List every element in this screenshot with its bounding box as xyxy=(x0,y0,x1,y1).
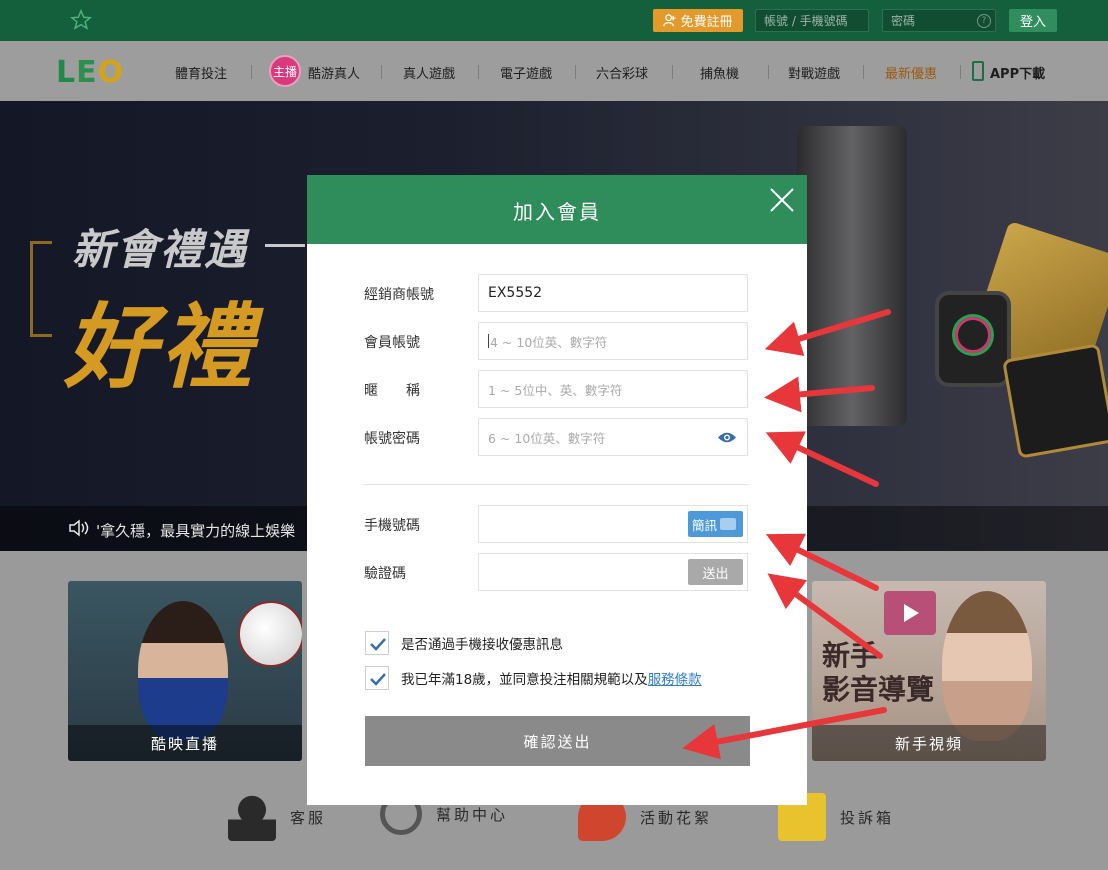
nickname-row: 暱 稱 1 ~ 5位中、英、數字符 xyxy=(307,370,807,408)
login-button[interactable]: 登入 xyxy=(1009,9,1057,32)
play-icon xyxy=(884,591,936,635)
sms-button[interactable]: 簡訊 xyxy=(688,511,743,537)
register-modal: 加入會員 經銷商帳號 EX5552 會員帳號 4 ~ 10位英、數字符 暱 稱 … xyxy=(307,175,807,805)
nav-divider xyxy=(251,65,252,79)
video-overlay-text: 新手 影音導覽 xyxy=(822,639,935,706)
modal-header: 加入會員 xyxy=(307,175,807,244)
speaker-icon xyxy=(69,519,89,537)
nav-divider xyxy=(960,65,961,79)
nav-divider xyxy=(863,65,864,79)
marquee-text: '拿久穩，最具實力的線上娛樂 xyxy=(96,522,296,540)
member-account-row: 會員帳號 4 ~ 10位英、數字符 xyxy=(307,322,807,360)
nickname-input[interactable]: 1 ~ 5位中、英、數字符 xyxy=(478,370,748,408)
product-smartwatch-image xyxy=(935,291,1011,387)
password-input[interactable]: 密碼 ? xyxy=(882,9,996,32)
product-bottle-image xyxy=(797,126,907,426)
main-nav: LEO 體育投注 主播 酷游真人 真人遊戲 電子遊戲 六合彩球 捕魚機 對戰遊戲… xyxy=(0,41,1108,101)
terms-checkbox[interactable] xyxy=(365,666,389,690)
chat-icon xyxy=(720,518,737,530)
hero-subtitle: 好禮 xyxy=(64,294,257,401)
nav-item-app-download[interactable]: APP下載 xyxy=(990,63,1045,82)
promo-sms-text: 是否通過手機接收優惠訊息 xyxy=(401,637,563,653)
favorite-star-icon[interactable] xyxy=(70,9,92,31)
password-label: 帳號密碼 xyxy=(364,431,420,447)
customer-service-icon xyxy=(228,793,276,841)
terms-option: 我已年滿18歲，並同意投注相關規範以及服務條款 xyxy=(365,665,702,691)
phone-label: 手機號碼 xyxy=(364,518,420,534)
beginner-video-label: 新手視頻 xyxy=(812,725,1046,761)
modal-title: 加入會員 xyxy=(513,200,601,224)
password-row: 帳號密碼 6 ~ 10位英、數字符 xyxy=(307,418,807,456)
hero-title: 新會禮遇 xyxy=(72,225,249,274)
agent-account-input[interactable]: EX5552 xyxy=(478,274,748,312)
phone-row: 手機號碼 簡訊 xyxy=(307,505,807,543)
nav-divider xyxy=(672,65,673,79)
member-account-label: 會員帳號 xyxy=(364,335,420,351)
soccer-ball-image xyxy=(238,601,302,667)
terms-text: 我已年滿18歲，並同意投注相關規範以及服務條款 xyxy=(401,672,702,688)
nav-item-slots[interactable]: 電子遊戲 xyxy=(500,63,552,82)
register-label: 免費註冊 xyxy=(680,15,733,30)
player-photo xyxy=(138,601,228,741)
account-input[interactable]: 帳號 / 手機號碼 xyxy=(755,9,869,32)
top-bar: 免費註冊 帳號 / 手機號碼 密碼 ? 登入 xyxy=(0,0,1108,41)
beginner-video-card[interactable]: 新手 影音導覽 新手視頻 xyxy=(812,581,1046,761)
nav-item-live-casino[interactable]: 真人遊戲 xyxy=(403,63,455,82)
add-user-icon xyxy=(663,14,677,27)
nav-item-cool-live[interactable]: 酷游真人 xyxy=(308,63,360,82)
nav-item-fishing[interactable]: 捕魚機 xyxy=(700,63,739,82)
verification-input[interactable]: 送出 xyxy=(478,553,748,591)
verification-label: 驗證碼 xyxy=(364,566,406,582)
nav-divider xyxy=(575,65,576,79)
verification-row: 驗證碼 送出 xyxy=(307,553,807,591)
register-button[interactable]: 免費註冊 xyxy=(653,9,743,32)
hero-dash xyxy=(265,244,305,247)
live-stream-card[interactable]: 酷映直播 xyxy=(68,581,302,761)
agent-account-row: 經銷商帳號 EX5552 xyxy=(307,274,807,312)
mobile-phone-icon xyxy=(972,61,984,81)
password-input[interactable]: 6 ~ 10位英、數字符 xyxy=(478,418,748,456)
password-placeholder: 密碼 xyxy=(891,14,916,28)
close-icon[interactable] xyxy=(768,186,796,214)
nav-item-battle-games[interactable]: 對戰遊戲 xyxy=(788,63,840,82)
text-caret xyxy=(488,334,489,348)
form-divider xyxy=(364,484,748,485)
help-icon[interactable]: ? xyxy=(977,14,991,28)
nav-divider xyxy=(478,65,479,79)
live-host-badge[interactable]: 主播 xyxy=(269,55,301,87)
send-code-button[interactable]: 送出 xyxy=(688,559,743,585)
live-stream-label: 酷映直播 xyxy=(68,725,302,761)
promo-sms-option: 是否通過手機接收優惠訊息 xyxy=(365,630,563,656)
nickname-label: 暱 稱 xyxy=(364,383,420,399)
show-password-eye-icon[interactable] xyxy=(717,431,737,444)
submit-button[interactable]: 確認送出 xyxy=(365,716,750,766)
nav-item-lottery[interactable]: 六合彩球 xyxy=(596,63,648,82)
nav-item-sports[interactable]: 體育投注 xyxy=(175,63,227,82)
nav-divider xyxy=(381,65,382,79)
site-logo[interactable]: LEO xyxy=(56,55,124,90)
promo-sms-checkbox[interactable] xyxy=(365,631,389,655)
host-photo xyxy=(942,591,1032,741)
member-account-input[interactable]: 4 ~ 10位英、數字符 xyxy=(478,322,748,360)
hero-bracket xyxy=(30,241,52,337)
terms-of-service-link[interactable]: 服務條款 xyxy=(648,672,702,688)
phone-input[interactable]: 簡訊 xyxy=(478,505,748,543)
nav-divider xyxy=(768,65,769,79)
nav-item-promotions[interactable]: 最新優惠 xyxy=(885,63,937,82)
agent-account-label: 經銷商帳號 xyxy=(364,287,434,303)
product-charger-image xyxy=(1002,343,1108,459)
